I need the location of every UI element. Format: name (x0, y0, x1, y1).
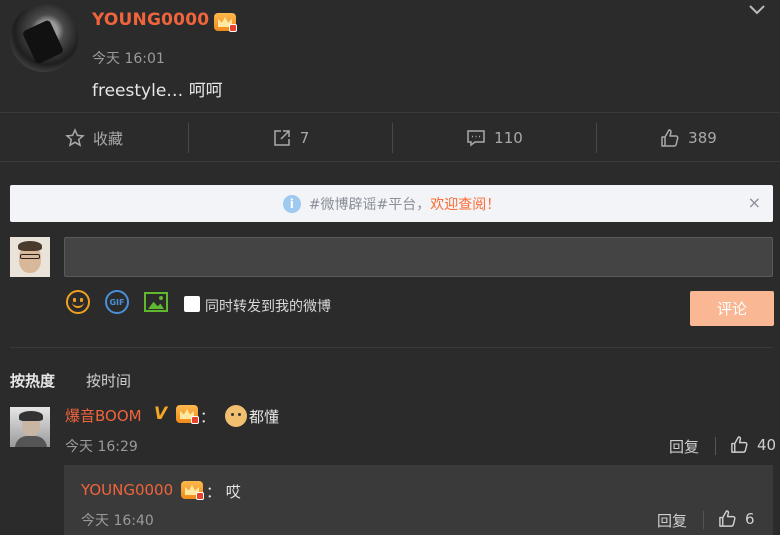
comment-author-name[interactable]: 爆音BOOM (65, 405, 142, 426)
reply-text: ： 哎 (206, 481, 241, 502)
repost-icon (273, 130, 290, 146)
notice-text: #微博辟谣#平台， (308, 196, 431, 213)
comment-separator: ： (200, 407, 216, 426)
thumbs-up-icon (661, 129, 679, 147)
doge-emoji-icon (225, 405, 248, 427)
chevron-down-icon[interactable] (748, 4, 766, 16)
vip-crown-icon (214, 13, 237, 32)
comment-like-count: 40 (757, 435, 777, 454)
favorite-button[interactable]: 收藏 (0, 113, 188, 163)
thumbs-up-icon (731, 436, 748, 453)
reply-action-divider (703, 511, 704, 529)
post-text: freestyle… 呵呵 (92, 81, 223, 101)
comment-icon (467, 130, 485, 147)
star-icon (65, 128, 85, 147)
submit-comment-button[interactable]: 评论 (690, 291, 774, 326)
comment-like-button[interactable]: 40 (730, 435, 776, 454)
notice-link[interactable]: 欢迎查阅！ (430, 194, 500, 214)
reply-body: 哎 (225, 483, 241, 501)
repost-checkbox-label[interactable]: 同时转发到我的微博 (205, 296, 331, 316)
comment-button[interactable]: 110 (393, 113, 596, 163)
favorite-label: 收藏 (92, 129, 123, 148)
post-author-avatar[interactable] (10, 4, 78, 72)
current-user-avatar[interactable] (10, 237, 50, 277)
comment-count: 110 (494, 129, 523, 147)
image-icon[interactable] (144, 292, 168, 312)
tab-sort-by-time[interactable]: 按时间 (86, 370, 131, 391)
reply-separator: ： (206, 483, 222, 501)
divider (10, 347, 773, 348)
gif-icon[interactable]: GIF (105, 290, 129, 314)
repost-checkbox[interactable] (184, 296, 200, 312)
comment-time[interactable]: 今天 16:29 (65, 436, 138, 456)
notice-banner: i #微博辟谣#平台， 欢迎查阅！ × (10, 185, 773, 222)
reply-like-count: 6 (745, 509, 755, 528)
comment-body: 都懂 (249, 407, 280, 426)
reply-time[interactable]: 今天 16:40 (81, 510, 154, 530)
vip-crown-icon (176, 405, 199, 424)
info-icon: i (282, 194, 301, 213)
repost-button[interactable]: 7 (189, 113, 392, 163)
post-action-bar: 收藏 7 110 389 (0, 112, 780, 162)
reply-reply-button[interactable]: 回复 (657, 510, 687, 531)
like-button[interactable]: 389 (597, 113, 780, 163)
close-icon[interactable]: × (748, 193, 761, 212)
comment-input[interactable] (64, 237, 773, 277)
post-author-name[interactable]: YOUNG0000 (92, 10, 209, 30)
like-count: 389 (688, 129, 717, 147)
comment-author-avatar[interactable] (10, 407, 50, 447)
post-time[interactable]: 今天 16:01 (92, 48, 165, 68)
repost-count: 7 (299, 129, 310, 147)
tab-sort-by-hot[interactable]: 按热度 (10, 370, 55, 391)
comment-text: ： 都懂 (200, 405, 279, 427)
reply-author-name[interactable]: YOUNG0000 (81, 481, 173, 499)
reply-like-button[interactable]: 6 (718, 509, 755, 528)
verified-v-icon: V (154, 404, 168, 424)
thumbs-up-icon (719, 510, 736, 527)
vip-crown-icon (181, 481, 204, 500)
emoji-icon[interactable] (66, 290, 90, 314)
comment-action-divider (715, 437, 716, 455)
comment-reply-button[interactable]: 回复 (669, 436, 699, 457)
